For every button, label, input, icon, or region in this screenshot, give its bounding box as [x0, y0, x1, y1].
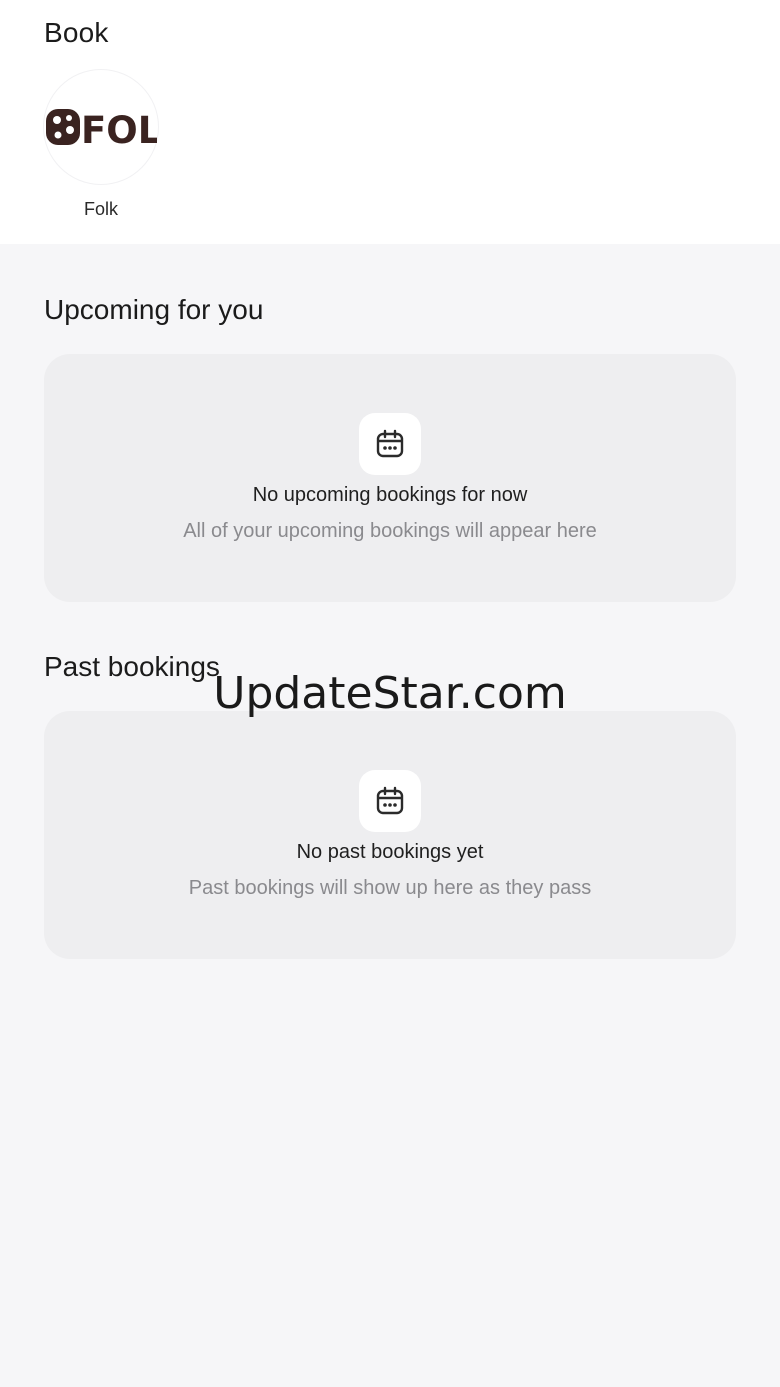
- store-folk[interactable]: FOLK Folk: [44, 70, 158, 220]
- upcoming-empty-title: No upcoming bookings for now: [252, 484, 528, 506]
- page-title: Book: [44, 17, 109, 48]
- store-name: Folk: [83, 199, 118, 219]
- folk-logo-text: FOLK: [81, 109, 157, 149]
- upcoming-section-title: Upcoming for you: [44, 294, 264, 325]
- upcoming-empty-subtitle: All of your upcoming bookings will appea…: [183, 520, 597, 542]
- watermark: UpdateStar.com: [213, 668, 567, 719]
- calendar-icon: [359, 413, 421, 475]
- folk-logo-icon: FOLK: [46, 109, 157, 149]
- header-area: Book FOLK Folk: [0, 0, 780, 244]
- calendar-icon: [359, 770, 421, 832]
- past-empty-title: No past bookings yet: [296, 841, 484, 863]
- upcoming-empty-card: No upcoming bookings for now All of your…: [44, 354, 736, 602]
- past-empty-card: No past bookings yet Past bookings will …: [44, 711, 736, 959]
- past-empty-subtitle: Past bookings will show up here as they …: [188, 877, 592, 899]
- folk-logo: FOLK: [44, 70, 158, 184]
